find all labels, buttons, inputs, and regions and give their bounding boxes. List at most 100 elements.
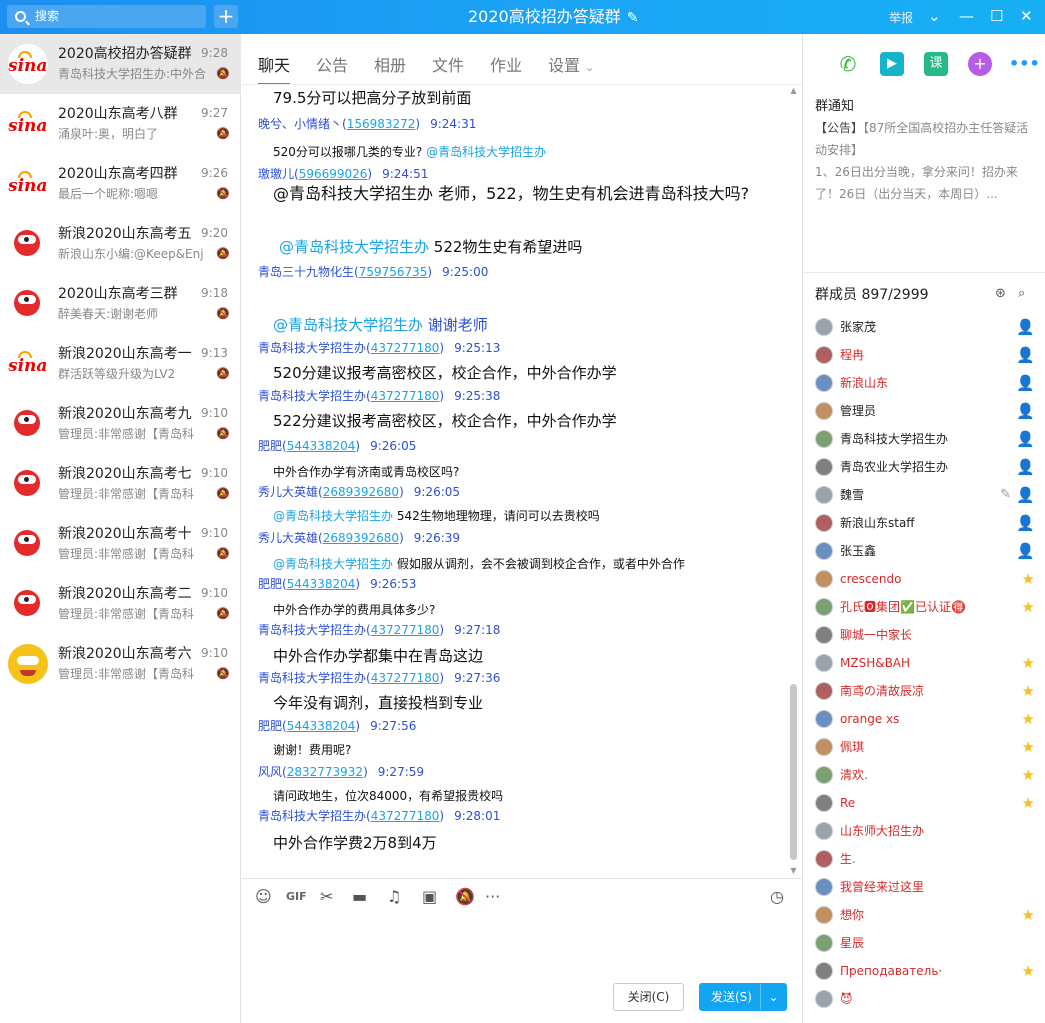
member-item[interactable]: orange xs ★ [815, 708, 1035, 730]
sender-qq-link[interactable]: 156983272 [347, 117, 416, 131]
member-item[interactable]: 我曾经来过这里 [815, 876, 1035, 898]
conversation-item[interactable]: sina 2020山东高考四群 9:26 最后一个昵称:嗯嗯 🔕 [0, 154, 241, 214]
video-call-icon[interactable]: ▶ [880, 52, 904, 76]
conversation-item[interactable]: 2020山东高考三群 9:18 醉美春天:谢谢老师 🔕 [0, 274, 241, 334]
member-item[interactable]: 生. [815, 848, 1035, 870]
sender-qq-link[interactable]: 437277180 [371, 341, 440, 355]
sender-qq-link[interactable]: 759756735 [359, 265, 428, 279]
member-search-icon[interactable]: ⌕ [1018, 286, 1025, 301]
minimize-icon[interactable]: — [959, 6, 974, 26]
member-item[interactable]: 新浪山东staff 👤 [815, 512, 1035, 534]
scroll-thumb[interactable] [790, 684, 797, 860]
member-item[interactable]: 青岛农业大学招生办 👤 [815, 456, 1035, 478]
mention-link[interactable]: @青岛科技大学招生办 [279, 238, 429, 256]
close-button[interactable]: 关闭(C) [613, 983, 684, 1011]
conversation-item[interactable]: sina 2020高校招办答疑群 9:28 青岛科技大学招生办:中外合 🔕 [0, 34, 241, 94]
sender-nickname[interactable]: 青岛三十九物化生 [258, 265, 354, 279]
sender-qq-link[interactable]: 437277180 [371, 809, 440, 823]
bell-off-icon[interactable]: 🔕 [455, 888, 475, 906]
member-item[interactable]: 聊城一中家长 [815, 624, 1035, 646]
sender-nickname[interactable]: 肥肥 [258, 439, 282, 453]
member-item[interactable]: MZSH&BAH ★ [815, 652, 1035, 674]
sender-nickname[interactable]: 肥肥 [258, 577, 282, 591]
chat-scrollbar[interactable]: ▲ ▼ [789, 86, 798, 876]
member-item[interactable]: 张家茂 👤 [815, 316, 1035, 338]
tab-album[interactable]: 相册 [374, 55, 406, 77]
add-button[interactable]: + [214, 5, 238, 28]
sender-qq-link[interactable]: 2689392680 [323, 485, 399, 499]
sender-nickname[interactable]: 青岛科技大学招生办 [258, 389, 366, 403]
sender-qq-link[interactable]: 544338204 [287, 719, 356, 733]
scissors-icon[interactable]: ✂ [320, 888, 333, 906]
conversation-item[interactable]: 新浪2020山东高考七 9:10 管理员:非常感谢【青岛科 🔕 [0, 454, 241, 514]
member-item[interactable]: crescendo ★ [815, 568, 1035, 590]
member-item[interactable]: 管理员 👤 [815, 400, 1035, 422]
tab-notice[interactable]: 公告 [316, 55, 348, 77]
tab-chat[interactable]: 聊天 [258, 55, 291, 85]
more-icon[interactable]: ··· [485, 888, 500, 906]
image-icon[interactable]: ▣ [422, 888, 437, 906]
member-item[interactable]: Re ★ [815, 792, 1035, 814]
member-item[interactable]: 程冉 👤 [815, 344, 1035, 366]
course-icon[interactable]: 课 [924, 52, 948, 76]
chevron-down-icon[interactable]: ⌄ [928, 6, 941, 26]
sender-nickname[interactable]: 璬璬儿 [258, 167, 294, 181]
tab-files[interactable]: 文件 [432, 55, 464, 77]
mention-link[interactable]: @青岛科技大学招生办 [273, 557, 393, 571]
member-filter-icon[interactable]: ⊛ [995, 286, 1006, 301]
member-item[interactable]: 星辰 [815, 932, 1035, 954]
sender-nickname[interactable]: 青岛科技大学招生办 [258, 671, 366, 685]
search-box[interactable]: 搜索 [7, 5, 206, 28]
sender-nickname[interactable]: 秀儿大英雄 [258, 485, 318, 499]
add-app-icon[interactable]: + [968, 52, 992, 76]
member-item[interactable]: 新浪山东 👤 [815, 372, 1035, 394]
member-item[interactable]: 南鸢の清故辰凉 ★ [815, 680, 1035, 702]
maximize-icon[interactable]: ☐ [990, 6, 1003, 26]
sender-nickname[interactable]: 晚兮、小情绪丶 [258, 117, 342, 131]
folder-icon[interactable]: ▬ [352, 888, 367, 906]
more-options-icon[interactable]: ••• [1009, 52, 1040, 76]
sender-qq-link[interactable]: 437277180 [371, 389, 440, 403]
edit-icon[interactable]: ✎ [627, 10, 639, 26]
history-clock-icon[interactable]: ◷ [770, 888, 784, 906]
member-item[interactable]: 魏雪 👤 ✎ [815, 484, 1035, 506]
sender-qq-link[interactable]: 437277180 [371, 671, 440, 685]
sender-qq-link[interactable]: 2689392680 [323, 531, 399, 545]
send-options-chevron-icon[interactable]: ⌄ [760, 984, 786, 1010]
sender-qq-link[interactable]: 437277180 [371, 623, 440, 637]
member-item[interactable]: 山东师大招生办 [815, 820, 1035, 842]
close-icon[interactable]: ✕ [1020, 6, 1033, 26]
conversation-item[interactable]: 新浪2020山东高考六 9:10 管理员:非常感谢【青岛科 🔕 [0, 634, 241, 694]
member-item[interactable]: 佩琪 ★ [815, 736, 1035, 758]
member-item[interactable]: 孔氏🅾集团✅已认证🉐 ★ [815, 596, 1035, 618]
conversation-item[interactable]: sina 2020山东高考八群 9:27 涌泉叶:奥，明白了 🔕 [0, 94, 241, 154]
member-item[interactable]: 青岛科技大学招生办 👤 [815, 428, 1035, 450]
conversation-item[interactable]: 新浪2020山东高考十 9:10 管理员:非常感谢【青岛科 🔕 [0, 514, 241, 574]
sender-qq-link[interactable]: 2832773932 [287, 765, 363, 779]
sender-nickname[interactable]: 青岛科技大学招生办 [258, 623, 366, 637]
sender-nickname[interactable]: 青岛科技大学招生办 [258, 341, 366, 355]
music-icon[interactable]: ♫ [387, 888, 401, 906]
sender-nickname[interactable]: 青岛科技大学招生办 [258, 809, 366, 823]
conversation-item[interactable]: 新浪2020山东高考九 9:10 管理员:非常感谢【青岛科 🔕 [0, 394, 241, 454]
tab-homework[interactable]: 作业 [490, 55, 522, 77]
member-item[interactable]: 😈 [815, 988, 1035, 1010]
conversation-item[interactable]: sina 新浪2020山东高考一 9:13 群活跃等级升级为LV2 🔕 [0, 334, 241, 394]
member-item[interactable]: 清欢. ★ [815, 764, 1035, 786]
scroll-down-icon[interactable]: ▼ [789, 866, 798, 875]
mention-link[interactable]: @青岛科技大学招生办 [273, 316, 423, 334]
scroll-up-icon[interactable]: ▲ [789, 86, 798, 95]
mention-link[interactable]: @青岛科技大学招生办 [273, 509, 393, 523]
notice-content[interactable]: 【公告】【87所全国高校招办主任答疑活动安排】 1、26日出分当晚，拿分来问！招… [815, 117, 1037, 205]
sender-qq-link[interactable]: 544338204 [287, 577, 356, 591]
member-item[interactable]: Преподаватель· ★ [815, 960, 1035, 982]
emoji-icon[interactable]: ☺ [255, 888, 272, 906]
sender-qq-link[interactable]: 596699026 [299, 167, 368, 181]
send-button[interactable]: 发送(S) ⌄ [699, 983, 787, 1011]
sender-nickname[interactable]: 秀儿大英雄 [258, 531, 318, 545]
gif-icon[interactable]: GIF [286, 888, 307, 906]
mention-link[interactable]: @青岛科技大学招生办 [426, 145, 546, 159]
sender-nickname[interactable]: 肥肥 [258, 719, 282, 733]
tab-settings[interactable]: 设置 ⌄ [548, 55, 594, 79]
phone-icon[interactable]: ✆ [836, 52, 860, 76]
